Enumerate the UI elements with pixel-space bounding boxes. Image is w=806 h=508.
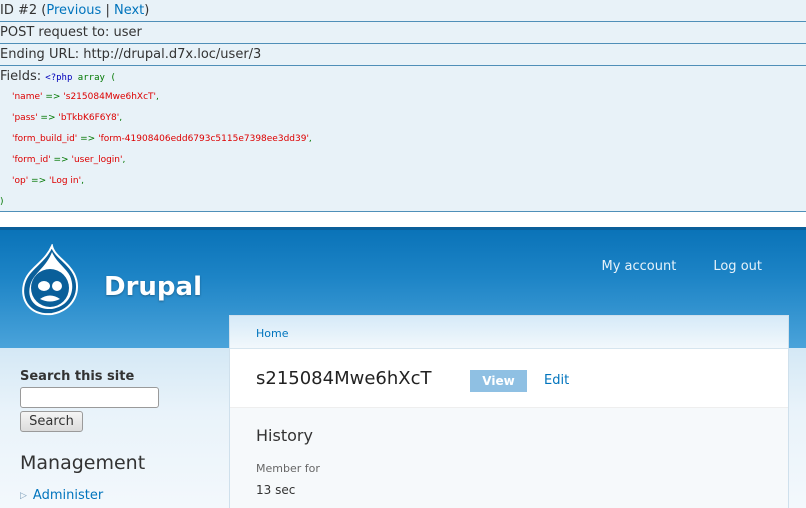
log-out-link[interactable]: Log out	[713, 259, 762, 274]
profile-area: History Member for 13 sec	[230, 408, 788, 508]
management-title: Management	[20, 452, 146, 474]
search-block-title: Search this site	[20, 369, 135, 384]
code-line: 'form_id' => 'user_login',	[0, 150, 806, 171]
code-value: 'form-41908406edd6793c5115e7398ee3dd39'	[98, 134, 309, 144]
title-area: s215084Mwe6hXcT View Edit	[230, 349, 788, 408]
code-value: 's215084Mwe6hXcT'	[63, 92, 156, 102]
code-arrow: =>	[37, 113, 59, 123]
code-line: 'pass' => 'bTkbK6F6Y8',	[0, 108, 806, 129]
history-title: History	[256, 426, 313, 445]
debug-id-prefix: ID #2 (	[0, 3, 47, 18]
page-title: s215084Mwe6hXcT	[256, 368, 432, 389]
next-link[interactable]: Next	[114, 3, 144, 18]
code-key: 'form_id'	[12, 155, 51, 165]
code-comma: ,	[122, 155, 126, 165]
site-name[interactable]: Drupal	[104, 272, 202, 302]
code-comma: ,	[156, 92, 159, 102]
drupal-logo-icon[interactable]	[18, 244, 82, 318]
code-value: 'bTkbK6F6Y8'	[58, 113, 120, 123]
code-arrow: =>	[42, 92, 64, 102]
debug-id-row: ID #2 (Previous | Next)	[0, 0, 806, 22]
code-arrow: =>	[77, 134, 99, 144]
code-key: 'name'	[12, 92, 43, 102]
code-key: 'pass'	[12, 113, 38, 123]
code-line: 'name' => 's215084Mwe6hXcT',	[0, 87, 806, 108]
ending-url-text: Ending URL: http://drupal.d7x.loc/user/3	[0, 47, 262, 62]
fields-block: Fields: <?php array ( 'name' => 's215084…	[0, 66, 806, 212]
my-account-link[interactable]: My account	[602, 259, 677, 274]
secondary-menu: My account Log out	[602, 259, 763, 274]
fields-label: Fields:	[0, 69, 46, 84]
array-close: )	[0, 197, 4, 207]
member-for-value: 13 sec	[256, 483, 296, 497]
debug-separator: |	[101, 3, 114, 18]
code-key: 'op'	[12, 176, 29, 186]
post-request-text: POST request to: user	[0, 25, 142, 40]
member-for-label: Member for	[256, 462, 320, 475]
code-arrow: =>	[28, 176, 49, 186]
debug-id-suffix: )	[144, 3, 150, 18]
code-value: 'Log in'	[48, 176, 82, 186]
code-comma: ,	[308, 134, 312, 144]
management-item-administer[interactable]: ▷ Administer	[20, 488, 210, 503]
fields-header: Fields: <?php array (	[0, 67, 806, 87]
ending-url-row: Ending URL: http://drupal.d7x.loc/user/3	[0, 44, 806, 66]
code-line: 'form_build_id' => 'form-41908406edd6793…	[0, 129, 806, 150]
code-arrow: =>	[50, 155, 72, 165]
code-line: 'op' => 'Log in',	[0, 171, 806, 192]
breadcrumb: Home	[230, 316, 788, 349]
tab-edit[interactable]: Edit	[544, 370, 569, 392]
main-content: Home s215084Mwe6hXcT View Edit History M…	[229, 315, 789, 508]
tab-view[interactable]: View	[470, 370, 527, 392]
search-input[interactable]	[20, 387, 159, 408]
code-lines: 'name' => 's215084Mwe6hXcT','pass' => 'b…	[0, 87, 806, 192]
code-comma: ,	[119, 113, 123, 123]
search-button[interactable]: Search	[20, 411, 83, 432]
breadcrumb-home-link[interactable]: Home	[256, 327, 288, 340]
previous-link[interactable]: Previous	[46, 3, 101, 18]
expand-triangle-icon: ▷	[20, 490, 27, 501]
code-comma: ,	[81, 176, 84, 186]
array-open: array (	[72, 73, 116, 83]
administer-link[interactable]: Administer	[33, 488, 103, 503]
code-value: 'user_login'	[71, 155, 123, 165]
code-key: 'form_build_id'	[12, 134, 78, 144]
post-request-row: POST request to: user	[0, 22, 806, 44]
sidebar: Search this site Search Management ▷ Adm…	[20, 369, 210, 503]
php-open-tag: <?php	[45, 73, 73, 83]
